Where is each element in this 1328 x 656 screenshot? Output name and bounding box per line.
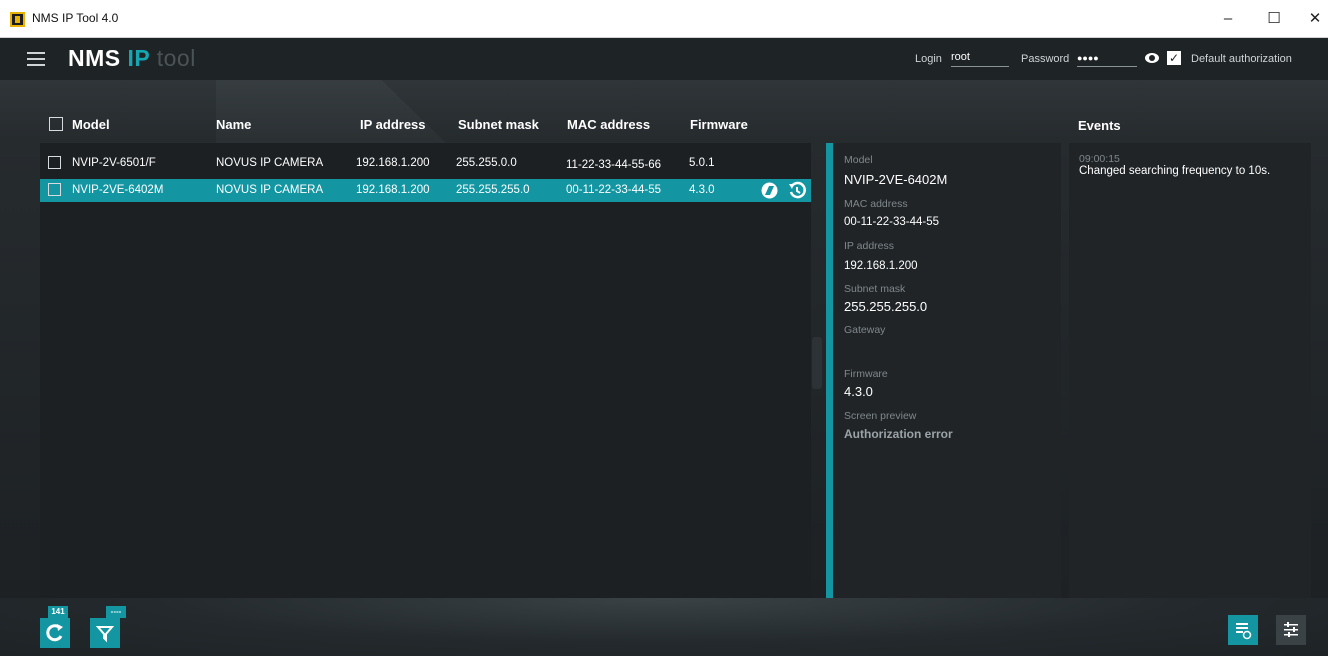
detail-ip-value: 192.168.1.200 bbox=[844, 260, 918, 272]
filter-icon bbox=[95, 626, 115, 643]
events-panel: 09:00:15 Changed searching frequency to … bbox=[1069, 143, 1311, 598]
table-row[interactable]: NVIP-2V-6501/F NOVUS IP CAMERA 192.168.1… bbox=[40, 152, 811, 175]
menu-icon[interactable] bbox=[27, 52, 45, 66]
brand-tool: tool bbox=[156, 45, 196, 71]
detail-model-value: NVIP-2VE-6402M bbox=[844, 172, 948, 187]
filter-button[interactable]: ---- bbox=[90, 606, 126, 648]
column-mac[interactable]: MAC address bbox=[567, 117, 650, 132]
detail-mac-label: MAC address bbox=[844, 198, 908, 210]
cell-name: NOVUS IP CAMERA bbox=[216, 184, 324, 196]
login-input[interactable]: root bbox=[951, 51, 1009, 67]
show-password-icon[interactable] bbox=[1145, 53, 1159, 63]
detail-mac-value: 00-11-22-33-44-55 bbox=[844, 216, 940, 228]
maximize-button[interactable]: ☐ bbox=[1259, 8, 1289, 30]
events-title: Events bbox=[1078, 118, 1121, 133]
detail-preview-value: Authorization error bbox=[844, 427, 953, 441]
cell-ip: 192.168.1.200 bbox=[356, 157, 430, 169]
cell-name: NOVUS IP CAMERA bbox=[216, 157, 324, 169]
event-text: Changed searching frequency to 10s. bbox=[1079, 165, 1271, 177]
cell-mac: 00-11-22-33-44-55 bbox=[566, 184, 662, 196]
cell-model: NVIP-2VE-6402M bbox=[72, 184, 164, 196]
splitter-handle[interactable] bbox=[812, 337, 822, 389]
detail-ip-label: IP address bbox=[844, 240, 895, 252]
detail-model-label: Model bbox=[844, 154, 873, 166]
cell-model: NVIP-2V-6501/F bbox=[72, 157, 156, 169]
column-model[interactable]: Model bbox=[72, 117, 110, 132]
brand-ip: IP bbox=[127, 45, 150, 71]
header-tab-decoration bbox=[216, 80, 446, 143]
minimize-button[interactable]: – bbox=[1213, 8, 1243, 30]
detail-mask-value: 255.255.255.0 bbox=[844, 299, 928, 314]
detail-preview-label: Screen preview bbox=[844, 410, 917, 422]
login-label: Login bbox=[915, 53, 942, 65]
cell-mask: 255.255.0.0 bbox=[456, 157, 517, 169]
event-log-button[interactable] bbox=[1228, 615, 1258, 645]
app-header: NMS IP tool Login root Password ●●●● ✓ D… bbox=[0, 38, 1328, 80]
window-title: NMS IP Tool 4.0 bbox=[32, 11, 119, 25]
column-name[interactable]: Name bbox=[216, 117, 251, 132]
detail-gateway-label: Gateway bbox=[844, 324, 886, 336]
restore-icon[interactable] bbox=[788, 181, 807, 200]
column-ip[interactable]: IP address bbox=[360, 117, 426, 132]
cell-firmware: 4.3.0 bbox=[689, 184, 715, 196]
cell-ip: 192.168.1.200 bbox=[356, 184, 430, 196]
default-auth-label: Default authorization bbox=[1191, 53, 1292, 65]
cell-mask: 255.255.255.0 bbox=[456, 184, 530, 196]
refresh-icon bbox=[46, 624, 63, 642]
refresh-count-badge: 141 bbox=[48, 606, 68, 618]
cell-firmware: 5.0.1 bbox=[689, 157, 715, 169]
brand-logo: NMS IP tool bbox=[68, 45, 196, 72]
detail-firmware-value: 4.3.0 bbox=[844, 384, 873, 399]
table-row-selected[interactable]: NVIP-2VE-6402M NOVUS IP CAMERA 192.168.1… bbox=[40, 179, 811, 202]
close-button[interactable]: ✕ bbox=[1300, 8, 1328, 30]
app-logo-icon bbox=[10, 12, 25, 27]
refresh-button[interactable]: 141 bbox=[40, 606, 70, 648]
window-titlebar: NMS IP Tool 4.0 – ☐ ✕ bbox=[0, 0, 1328, 38]
detail-firmware-label: Firmware bbox=[844, 368, 888, 380]
event-log-icon bbox=[1236, 623, 1252, 640]
cell-mac: 11-22-33-44-55-66 bbox=[566, 159, 662, 171]
password-input[interactable]: ●●●● bbox=[1077, 53, 1137, 67]
detail-mask-label: Subnet mask bbox=[844, 283, 906, 295]
row-checkbox[interactable] bbox=[48, 156, 61, 169]
column-firmware[interactable]: Firmware bbox=[690, 117, 748, 132]
password-label: Password bbox=[1021, 53, 1070, 65]
default-auth-checkbox[interactable]: ✓ bbox=[1167, 51, 1181, 65]
event-time: 09:00:15 bbox=[1079, 153, 1120, 165]
brand-nms: NMS bbox=[68, 45, 121, 71]
select-all-checkbox[interactable] bbox=[49, 117, 63, 131]
row-checkbox[interactable] bbox=[48, 183, 61, 196]
details-panel: Model NVIP-2VE-6402M MAC address 00-11-2… bbox=[834, 143, 1061, 598]
filter-badge: ---- bbox=[106, 606, 126, 618]
sliders-icon bbox=[1284, 622, 1298, 637]
web-browser-icon[interactable] bbox=[760, 181, 779, 200]
bottom-toolbar: 141 ---- bbox=[0, 598, 1328, 656]
device-list bbox=[40, 143, 811, 598]
settings-button[interactable] bbox=[1276, 615, 1306, 645]
column-subnet[interactable]: Subnet mask bbox=[458, 117, 539, 132]
details-divider[interactable] bbox=[826, 143, 833, 598]
